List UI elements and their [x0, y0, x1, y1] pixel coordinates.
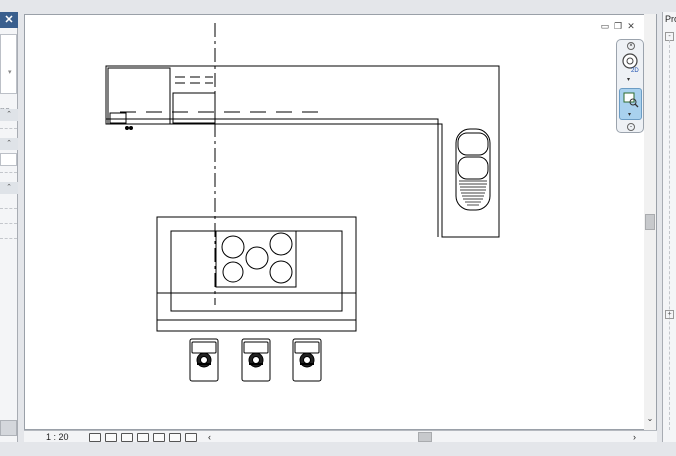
sink-drain-hatch [459, 180, 487, 206]
project-browser-panel: Pro - + [662, 12, 676, 442]
dropdown-arrow-icon[interactable]: ▾ [627, 76, 630, 83]
burner [245, 246, 269, 270]
scroll-arrow-icon[interactable]: ⌄ [645, 414, 655, 423]
render-icon[interactable] [153, 432, 165, 442]
sink-bowl [457, 132, 489, 156]
close-icon: ✕ [4, 14, 14, 26]
expand-icon[interactable]: + [665, 310, 674, 319]
restore-icon[interactable]: ❐ [613, 21, 623, 31]
wheel-2d-label: 2D [631, 68, 639, 73]
panel-title-partial: Pro [665, 14, 676, 24]
navigation-bar: × 2D ▾ ▾ - [616, 39, 644, 133]
sink-outline [455, 128, 491, 211]
zoom-icon: ▾ [623, 92, 639, 118]
counter-outline [105, 65, 500, 238]
panel-close-button[interactable]: ✕ [0, 12, 18, 28]
view-window-controls: ▭ ❐ ✕ [600, 21, 636, 31]
property-field[interactable] [0, 153, 17, 166]
properties-panel-left: ✕ ▾ pe ⌃ ⌃ ⌃ [0, 12, 18, 442]
horizontal-scroll-thumb[interactable] [418, 432, 432, 442]
vertical-scrollbar[interactable]: ⌄ [644, 14, 656, 430]
sink-bowl [457, 156, 489, 180]
tall-cabinet [107, 67, 171, 125]
group-collapse-2[interactable]: ⌃ [0, 138, 18, 150]
bar-stool [189, 338, 219, 382]
crop-icon[interactable] [169, 432, 181, 442]
burner [221, 235, 245, 259]
property-row [0, 208, 17, 209]
scroll-left-icon[interactable]: ‹ [208, 431, 211, 443]
detail-level-icon[interactable] [89, 432, 101, 442]
visual-style-icon[interactable] [105, 432, 117, 442]
island-counter [170, 230, 343, 312]
steering-wheel-icon[interactable]: 2D [620, 51, 641, 73]
view-control-icons [89, 431, 197, 443]
shadows-icon[interactable] [137, 432, 149, 442]
tree-guide [669, 40, 676, 430]
cooktop [215, 230, 297, 288]
property-row [0, 238, 17, 239]
apply-button[interactable] [0, 420, 17, 436]
bar-stool [241, 338, 271, 382]
svg-text:▾: ▾ [628, 112, 631, 118]
cabinet-foot [125, 126, 129, 130]
island-outline [156, 216, 357, 332]
nav-bar-close-icon[interactable]: × [627, 42, 635, 50]
bar-stool [292, 338, 322, 382]
scroll-right-icon[interactable]: › [633, 431, 636, 443]
property-row [0, 223, 17, 224]
close-view-icon[interactable]: ✕ [626, 21, 636, 31]
minimize-icon[interactable]: ▭ [600, 21, 610, 31]
type-selector[interactable] [0, 34, 17, 94]
view-scale[interactable]: 1 : 20 [46, 431, 69, 443]
nav-bar-options-icon[interactable]: - [627, 123, 635, 131]
group-collapse-1[interactable]: ⌃ [0, 109, 18, 121]
chevron-down-icon: ▾ [8, 69, 12, 76]
burner [222, 261, 244, 283]
burner [269, 232, 293, 256]
cabinet-foot [129, 126, 133, 130]
view-control-bar: 1 : 20 ‹ › [24, 430, 657, 442]
property-row [0, 128, 17, 129]
drawing-canvas[interactable]: ▭ ❐ ✕ × 2D ▾ ▾ - [24, 14, 657, 430]
scroll-thumb[interactable] [645, 214, 655, 230]
sun-path-icon[interactable] [121, 432, 133, 442]
zoom-button[interactable]: ▾ [619, 88, 642, 120]
counter-front-edge [106, 118, 439, 237]
floor-plan-drawing [105, 23, 500, 382]
burner [269, 260, 293, 284]
property-row [0, 172, 17, 173]
group-collapse-3[interactable]: ⌃ [0, 182, 18, 194]
appliance-base [109, 112, 127, 124]
show-crop-icon[interactable] [185, 432, 197, 442]
